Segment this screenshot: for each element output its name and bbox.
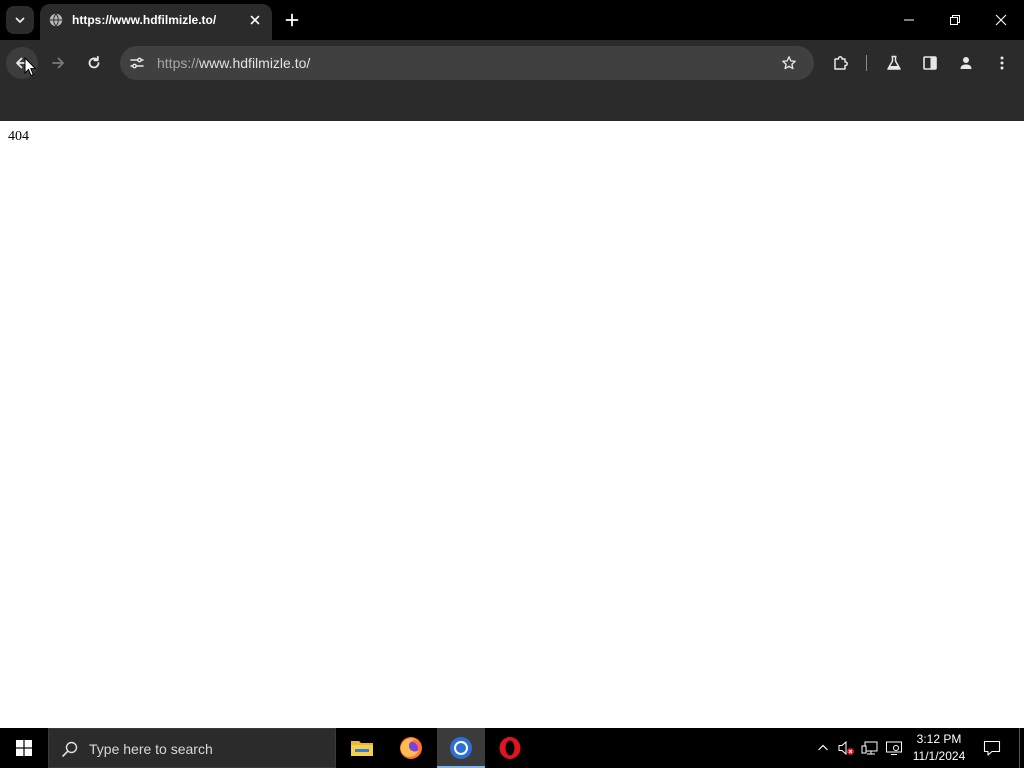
chevron-up-icon: [818, 744, 828, 751]
taskbar-app-chrome[interactable]: [437, 728, 485, 768]
chevron-down-icon: [15, 17, 25, 23]
tab-title: https://www.hdfilmizle.to/: [72, 13, 217, 27]
bookmark-bar: [0, 86, 1024, 121]
site-info-button[interactable]: [124, 50, 150, 76]
mouse-cursor-icon: [24, 57, 36, 77]
close-icon: [995, 14, 1007, 26]
minimize-icon: [904, 19, 914, 21]
more-vertical-icon: [1000, 56, 1004, 70]
folder-icon: [351, 741, 373, 756]
error-code-text: 404: [8, 129, 29, 144]
browser-toolbar: https://www.hdfilmizle.to/: [0, 40, 1024, 86]
taskbar-app-firefox[interactable]: [387, 728, 435, 768]
display-settings-button[interactable]: [884, 738, 904, 758]
star-icon: [782, 56, 796, 70]
plus-icon: [285, 13, 299, 27]
volume-muted-button[interactable]: [836, 738, 856, 758]
reload-icon: [88, 55, 100, 69]
opera-icon: [499, 737, 521, 759]
firefox-icon: [400, 737, 422, 759]
show-hidden-icons-button[interactable]: [813, 738, 833, 758]
system-clock[interactable]: 3:12 PM 11/1/2024: [906, 731, 972, 765]
start-button[interactable]: [0, 728, 48, 768]
tab-strip: https://www.hdfilmizle.to/: [0, 0, 1024, 40]
clock-time: 3:12 PM: [916, 732, 962, 746]
forward-button[interactable]: [42, 47, 74, 79]
menu-button[interactable]: [986, 47, 1018, 79]
close-icon: [250, 15, 260, 25]
tab-search-button[interactable]: [6, 6, 34, 34]
address-bar[interactable]: https://www.hdfilmizle.to/: [120, 46, 814, 80]
notification-icon: [983, 740, 1001, 756]
restore-button[interactable]: [932, 0, 978, 40]
notifications-button[interactable]: [980, 736, 1004, 760]
flask-icon: [887, 55, 901, 70]
puzzle-icon: [834, 56, 848, 70]
windows-logo-icon: [16, 740, 32, 756]
search-placeholder: Type here to search: [89, 741, 213, 757]
browser-tab[interactable]: https://www.hdfilmizle.to/: [40, 4, 272, 40]
network-icon: [861, 741, 878, 755]
tab-close-button[interactable]: [246, 11, 264, 29]
clock-date: 11/1/2024: [912, 749, 966, 763]
search-icon: [62, 741, 78, 757]
globe-icon: [49, 13, 63, 27]
taskbar-app-file-explorer[interactable]: [338, 728, 386, 768]
profile-button[interactable]: [950, 47, 982, 79]
chrome-icon: [450, 737, 472, 759]
url-host: www.hdfilmizle.to/: [199, 55, 311, 71]
tune-icon: [130, 57, 144, 69]
speaker-muted-icon: [838, 740, 854, 756]
network-button[interactable]: [860, 738, 880, 758]
show-desktop-button[interactable]: [1019, 728, 1020, 768]
web-page: 404: [0, 121, 1024, 728]
taskbar: Type here to search 3:12 PM 11/1/2024: [0, 728, 1024, 768]
minimize-button[interactable]: [886, 0, 932, 40]
labs-button[interactable]: [878, 47, 910, 79]
url-text[interactable]: https://www.hdfilmizle.to/: [157, 55, 310, 71]
display-icon: [886, 741, 902, 755]
taskbar-app-opera[interactable]: [486, 728, 534, 768]
arrow-right-icon: [52, 57, 64, 69]
reload-button[interactable]: [78, 47, 110, 79]
person-icon: [960, 57, 972, 69]
taskbar-search-box[interactable]: Type here to search: [48, 728, 336, 768]
side-panel-button[interactable]: [914, 47, 946, 79]
new-tab-button[interactable]: [280, 8, 304, 32]
restore-icon: [950, 15, 960, 25]
close-window-button[interactable]: [978, 0, 1024, 40]
bookmark-star-button[interactable]: [776, 50, 802, 76]
extensions-button[interactable]: [825, 47, 857, 79]
side-panel-icon: [923, 56, 937, 70]
url-scheme: https://: [157, 55, 200, 71]
toolbar-separator: [866, 55, 867, 71]
